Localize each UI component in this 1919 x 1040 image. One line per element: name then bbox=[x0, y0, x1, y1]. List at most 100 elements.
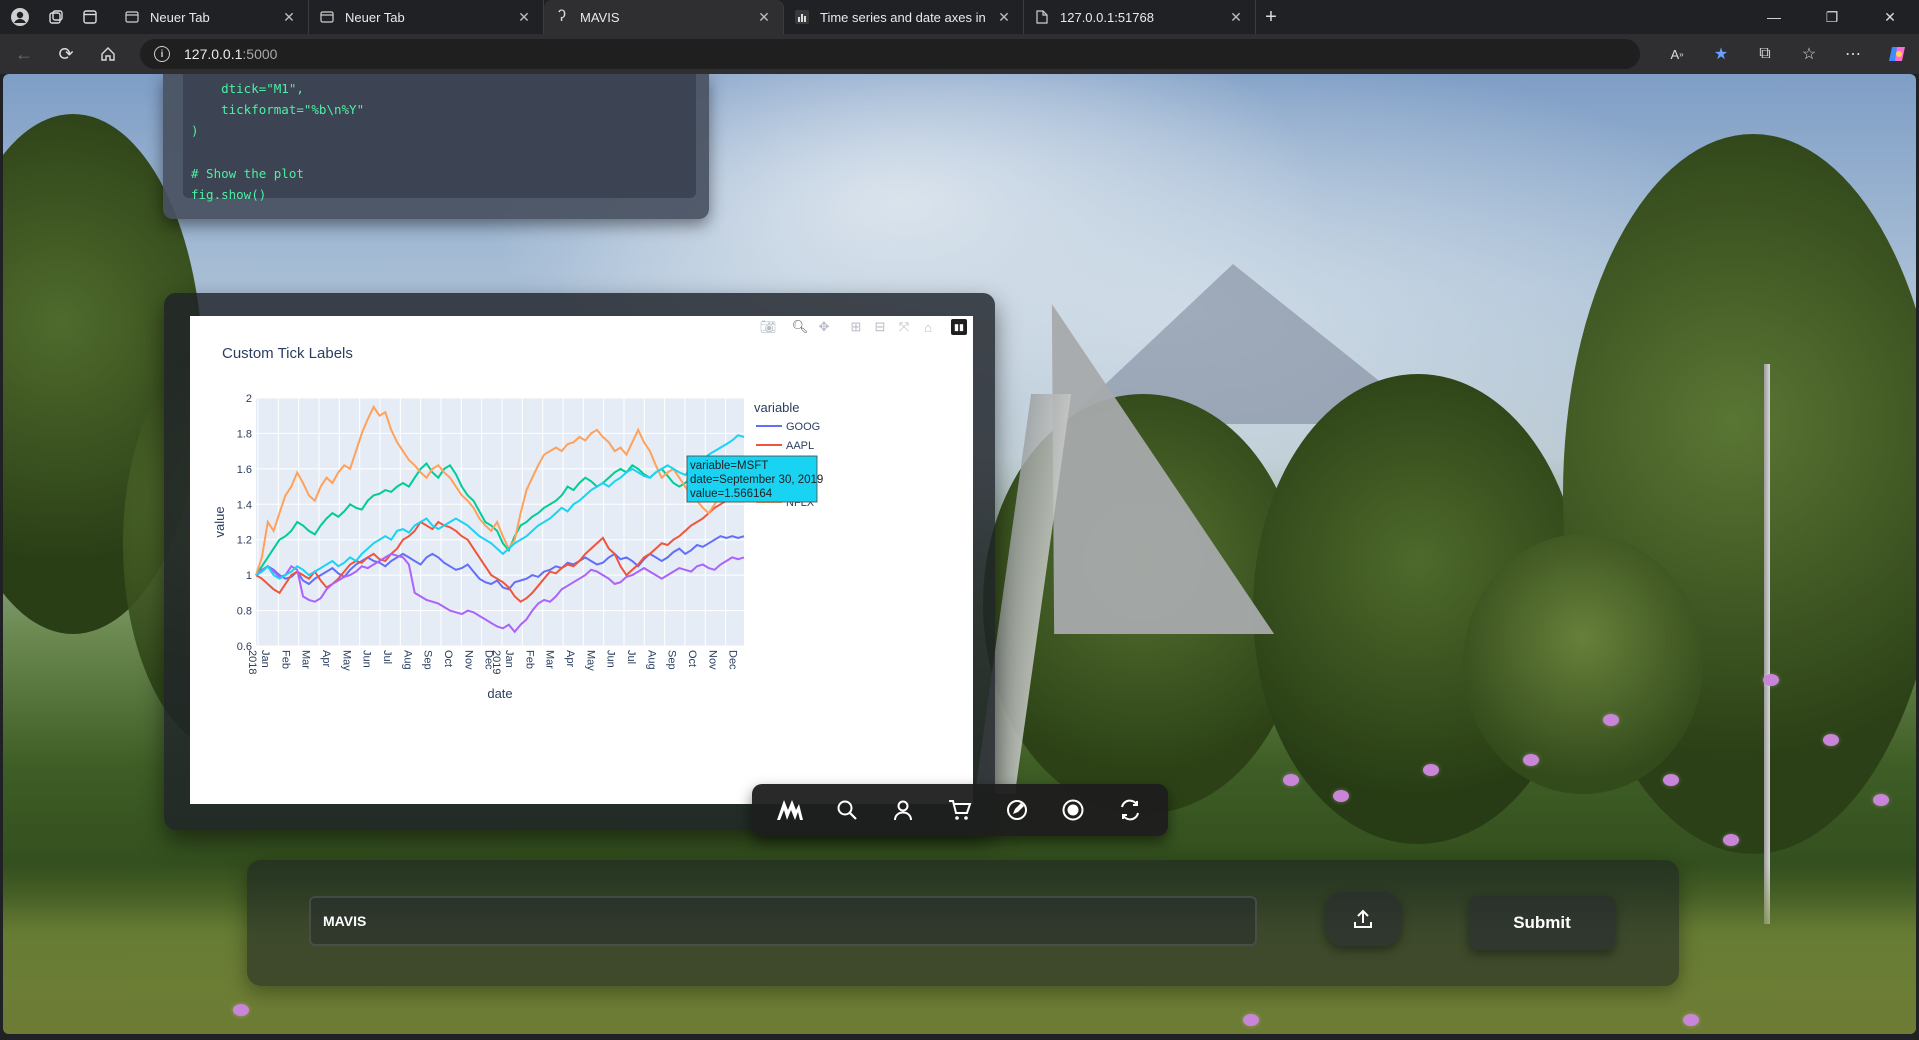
background-flower bbox=[1723, 834, 1739, 846]
url-field[interactable]: i 127.0.0.1:5000 bbox=[140, 39, 1640, 69]
background-flower bbox=[1603, 714, 1619, 726]
background-tree bbox=[1463, 534, 1703, 794]
address-bar-actions: A» ★ ⧉ ☆ ⋯ bbox=[1655, 34, 1919, 74]
y-tick-label: 0.8 bbox=[237, 606, 252, 618]
legend-title: variable bbox=[754, 400, 800, 415]
tab-neuer-tab-1[interactable]: Neuer Tab ✕ bbox=[114, 0, 309, 34]
background-flower bbox=[1683, 1014, 1699, 1026]
copilot-icon[interactable] bbox=[1875, 44, 1919, 64]
x-tick-label: Apr bbox=[320, 650, 332, 667]
new-tab-button[interactable]: + bbox=[1256, 6, 1286, 29]
extensions-icon[interactable]: ⧉ bbox=[1743, 45, 1787, 63]
tooltip-line: date=September 30, 2019 bbox=[690, 474, 823, 486]
user-icon[interactable] bbox=[883, 790, 923, 830]
legend-label-goog: GOOG bbox=[786, 421, 820, 433]
plotly-chart[interactable]: 📷︎ 🔍︎ ✥ ⊞ ⊟ ⤧ ⌂ ▮▮ 0.6 0.8 1 1.2 1.4 1.6 1.8 2 J… bbox=[190, 316, 973, 804]
minimize-icon[interactable]: — bbox=[1745, 0, 1803, 34]
close-icon[interactable]: ✕ bbox=[1227, 9, 1245, 26]
x-tick-label: Nov bbox=[706, 650, 718, 670]
plot-area bbox=[256, 398, 744, 646]
y-axis-title: value bbox=[212, 506, 227, 537]
close-icon[interactable]: ✕ bbox=[280, 9, 298, 26]
reload-icon[interactable]: ⟳ bbox=[48, 38, 84, 70]
prompt-input[interactable]: MAVIS bbox=[309, 896, 1257, 946]
close-icon[interactable]: ✕ bbox=[755, 9, 773, 26]
mavis-logo-icon[interactable] bbox=[770, 790, 810, 830]
document-icon bbox=[1034, 9, 1050, 25]
background-pole bbox=[1764, 364, 1770, 924]
legend-label-aapl: AAPL bbox=[786, 440, 814, 452]
back-icon[interactable]: ← bbox=[6, 38, 42, 70]
x-axis-title: date bbox=[487, 686, 512, 701]
x-tick-label: Sep bbox=[666, 650, 678, 670]
tab-label: 127.0.0.1:51768 bbox=[1060, 9, 1154, 25]
cart-icon[interactable] bbox=[940, 790, 980, 830]
tab-neuer-tab-2[interactable]: Neuer Tab ✕ bbox=[309, 0, 544, 34]
background-flower bbox=[1243, 1014, 1259, 1026]
home-icon[interactable] bbox=[90, 38, 126, 70]
sync-icon[interactable] bbox=[1110, 790, 1150, 830]
x-tick-label: Aug bbox=[401, 650, 413, 670]
close-icon[interactable]: ✕ bbox=[995, 9, 1013, 26]
x-tick-label: Apr bbox=[564, 650, 576, 667]
x-tick-label: Oct bbox=[442, 650, 454, 667]
background-flower bbox=[233, 1004, 249, 1016]
x-tick-label: Sep bbox=[422, 650, 434, 670]
x-tick-label: Jun bbox=[605, 650, 617, 668]
tab-label: Neuer Tab bbox=[345, 9, 405, 25]
submit-button[interactable]: Submit bbox=[1469, 896, 1615, 950]
address-bar-row: ← ⟳ i 127.0.0.1:5000 A» ★ ⧉ ☆ ⋯ bbox=[0, 34, 1919, 74]
page-viewport: dtick="M1", tickformat="%b\n%Y" ) # Show… bbox=[3, 74, 1916, 1034]
more-icon[interactable]: ⋯ bbox=[1831, 44, 1875, 64]
window-controls: — ❐ ✕ bbox=[1745, 0, 1919, 34]
chart-svg: 0.60.811.21.41.61.82Jan2018 Feb Mar Apr May J… bbox=[212, 345, 823, 701]
y-tick-label: 2 bbox=[246, 393, 252, 405]
code-line: fig.show() bbox=[191, 187, 267, 203]
x-tick-label: Oct bbox=[686, 650, 698, 667]
x-tick-label: Aug bbox=[645, 650, 657, 670]
browser-tab-strip: Neuer Tab ✕ Neuer Tab ✕ ʔ MAVIS ✕ Time s… bbox=[0, 0, 1919, 34]
x-tick-label: Mar bbox=[300, 650, 312, 669]
read-aloud-icon[interactable]: A» bbox=[1655, 47, 1699, 62]
close-icon[interactable]: ✕ bbox=[515, 9, 533, 26]
x-tick-label: Dec bbox=[727, 650, 739, 670]
prompt-bar: MAVIS Submit bbox=[247, 860, 1679, 986]
code-block: dtick="M1", tickformat="%b\n%Y" ) # Show… bbox=[183, 74, 696, 202]
background-flower bbox=[1873, 794, 1889, 806]
workspaces-icon[interactable] bbox=[42, 3, 70, 31]
upload-icon bbox=[1354, 909, 1372, 928]
x-tick-label: Jun bbox=[361, 650, 373, 668]
favorites-icon[interactable]: ☆ bbox=[1787, 44, 1831, 64]
y-tick-label: 1.8 bbox=[237, 428, 252, 440]
code-line: # Show the plot bbox=[191, 165, 304, 181]
tooltip-line: variable=MSFT bbox=[690, 460, 768, 472]
search-icon[interactable] bbox=[827, 790, 867, 830]
tab-time-series[interactable]: Time series and date axes in Pyth ✕ bbox=[784, 0, 1024, 34]
upload-button[interactable] bbox=[1325, 892, 1401, 946]
background-flower bbox=[1333, 790, 1349, 802]
record-icon[interactable] bbox=[1053, 790, 1093, 830]
y-tick-label: 1.6 bbox=[237, 464, 252, 476]
tooltip-line: value=1.566164 bbox=[690, 488, 773, 500]
tab-mavis[interactable]: ʔ MAVIS ✕ bbox=[544, 0, 784, 34]
background-flower bbox=[1523, 754, 1539, 766]
code-line: tickformat="%b\n%Y" bbox=[191, 102, 365, 118]
profile-icon[interactable] bbox=[6, 3, 34, 31]
x-tick-label: Feb bbox=[279, 650, 291, 669]
plot-panel: 📷︎ 🔍︎ ✥ ⊞ ⊟ ⤧ ⌂ ▮▮ 0.6 0.8 1 1.2 1.4 1.6 1.8 2 J… bbox=[164, 293, 995, 830]
site-info-icon[interactable]: i bbox=[154, 46, 170, 62]
mavis-icon: ʔ bbox=[558, 8, 566, 25]
y-tick-label: 1.4 bbox=[237, 499, 252, 511]
close-window-icon[interactable]: ✕ bbox=[1861, 0, 1919, 34]
page-icon bbox=[319, 9, 335, 25]
url-port: :5000 bbox=[242, 46, 278, 62]
x-tick-label: Feb bbox=[523, 650, 535, 669]
background-flower bbox=[1823, 734, 1839, 746]
tab-localhost-51768[interactable]: 127.0.0.1:51768 ✕ bbox=[1024, 0, 1256, 34]
floating-toolbar bbox=[752, 784, 1168, 836]
favorite-star-icon[interactable]: ★ bbox=[1699, 44, 1743, 64]
restore-icon[interactable]: ❐ bbox=[1803, 0, 1861, 34]
tab-actions-icon[interactable] bbox=[76, 3, 104, 31]
chart-title: Custom Tick Labels bbox=[222, 345, 353, 362]
edit-icon[interactable] bbox=[997, 790, 1037, 830]
